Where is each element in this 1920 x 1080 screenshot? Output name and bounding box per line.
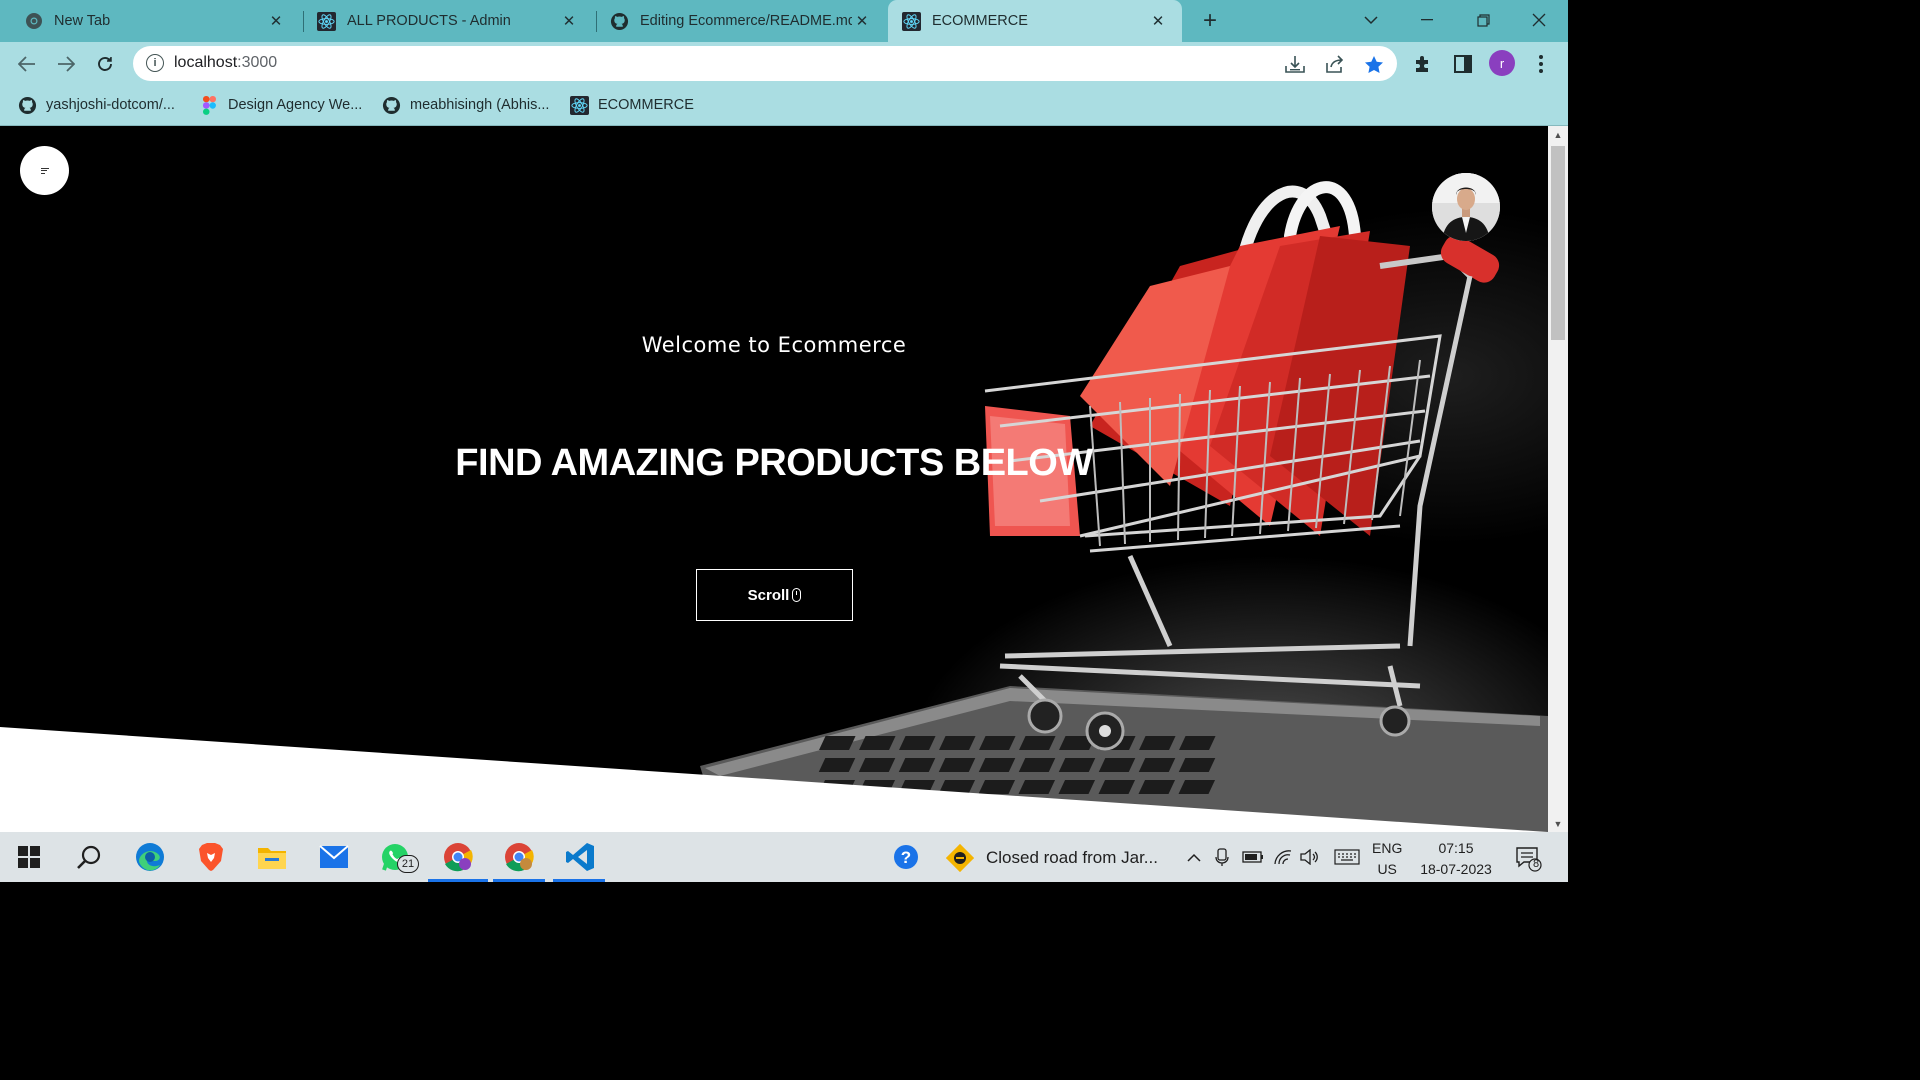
tab-title: ECOMMERCE [932,13,1028,29]
scroll-up-arrow-icon[interactable]: ▲ [1548,126,1568,143]
back-button[interactable] [13,50,41,78]
tab-new-tab[interactable]: New Tab ✕ [0,0,300,42]
close-window-icon[interactable] [1524,6,1554,34]
tab-title: Editing Ecommerce/README.md [640,13,852,29]
github-icon [610,12,629,31]
install-app-icon[interactable] [1283,53,1307,75]
tab-ecommerce[interactable]: ECOMMERCE ✕ [888,0,1182,42]
vscode-icon[interactable] [562,839,598,875]
bookmark-label: Design Agency We... [228,97,363,113]
brave-icon[interactable] [193,839,229,875]
volume-icon[interactable] [1299,846,1321,868]
scroll-button[interactable]: Scroll [696,569,853,621]
close-icon[interactable]: ✕ [266,11,286,31]
close-icon[interactable]: ✕ [1148,11,1168,31]
minimize-icon[interactable] [1412,6,1442,34]
whatsapp-badge: 21 [397,855,419,873]
share-icon[interactable] [1323,53,1347,75]
bookmark-design-agency[interactable]: Design Agency We... [200,93,362,117]
profile-avatar[interactable]: r [1489,50,1515,76]
chrome-icon[interactable] [501,839,537,875]
bookmark-yashjoshi[interactable]: yashjoshi-dotcom/... [18,93,175,117]
help-icon[interactable]: ? [888,839,924,875]
active-app-indicator [428,879,488,882]
clock-date: 18-07-2023 [1420,861,1492,877]
bookmark-star-icon[interactable] [1362,53,1386,75]
bookmark-label: ECOMMERCE [598,97,694,113]
tab-editing-readme[interactable]: Editing Ecommerce/README.md ✕ [586,0,886,42]
edge-icon[interactable] [132,839,168,875]
bookmarks-bar: yashjoshi-dotcom/... Design Agency We...… [0,85,1568,126]
bookmark-label: meabhisingh (Abhis... [410,97,550,113]
whatsapp-icon[interactable]: 21 [377,839,419,875]
close-icon[interactable]: ✕ [559,11,579,31]
tab-search-icon[interactable] [1356,6,1386,34]
scroll-down-arrow-icon[interactable]: ▼ [1548,815,1568,832]
page-viewport: Welcome to Ecommerce FIND AMAZING PRODUC… [0,126,1548,832]
keyboard-layout: US [1377,861,1397,877]
bookmark-label: yashjoshi-dotcom/... [46,97,175,113]
meet-now-icon[interactable] [1212,846,1234,868]
wifi-icon[interactable] [1272,846,1294,868]
user-avatar[interactable] [1432,173,1500,241]
mail-icon[interactable] [316,839,352,875]
github-icon [382,96,401,115]
app-running-indicator [493,879,545,882]
extensions-icon[interactable] [1411,52,1435,76]
figma-icon [200,95,219,115]
system-clock[interactable]: 07:15 18-07-2023 [1413,838,1499,880]
notification-count: 8 [1532,858,1540,870]
site-info-icon[interactable]: i [146,54,164,72]
github-icon [18,96,37,115]
traffic-alert-icon [946,844,974,872]
news-widget[interactable]: Closed road from Jar... [946,844,1158,872]
hero-headline: FIND AMAZING PRODUCTS BELOW [455,442,1093,484]
scrollbar-thumb[interactable] [1551,146,1565,340]
page-scrollbar[interactable]: ▲ ▼ [1548,126,1568,832]
show-hidden-icons-icon[interactable] [1183,846,1205,868]
tab-title: New Tab [54,13,111,29]
tab-title: ALL PRODUCTS - Admin [347,13,511,29]
svg-text:?: ? [901,848,911,867]
user-photo [1432,173,1500,241]
tab-all-products-admin[interactable]: ALL PRODUCTS - Admin ✕ [293,0,593,42]
chrome-profile-icon[interactable] [440,839,476,875]
bookmark-meabhisingh[interactable]: meabhisingh (Abhis... [382,93,549,117]
restore-icon[interactable] [1468,6,1498,34]
mouse-icon [792,588,802,602]
address-bar[interactable]: i localhost:3000 [133,46,1397,81]
welcome-text: Welcome to Ecommerce [641,333,907,357]
reload-button[interactable] [91,50,119,78]
language-indicator[interactable]: ENG US [1372,838,1402,880]
new-tab-button[interactable]: + [1196,7,1224,35]
news-widget-text: Closed road from Jar... [986,848,1158,867]
forward-button[interactable] [52,50,80,78]
url-port: :3000 [237,54,278,71]
windows-start-icon[interactable] [11,839,47,875]
react-icon [570,95,589,115]
chrome-icon [24,12,43,31]
notification-center-icon[interactable]: 8 [1514,844,1542,872]
tab-strip: New Tab ✕ ALL PRODUCTS - Admin ✕ Editing… [0,0,1568,42]
close-icon[interactable]: ✕ [852,11,872,31]
battery-icon[interactable] [1242,846,1264,868]
browser-toolbar: i localhost:3000 [0,42,1568,85]
react-icon [902,11,921,31]
menu-icon [40,166,49,175]
clock-time: 07:15 [1438,840,1474,856]
bookmark-ecommerce[interactable]: ECOMMERCE [570,93,694,117]
react-icon [317,11,336,31]
app-running-indicator [553,879,605,882]
browser-menu-icon[interactable] [1529,52,1553,76]
hamburger-menu-button[interactable] [20,146,69,195]
side-panel-icon[interactable] [1451,52,1475,76]
url-host: localhost [174,54,238,71]
url-text[interactable]: localhost:3000 [174,54,277,72]
windows-taskbar: 21 ? Closed road from Jar... ENG US 07:1… [0,832,1568,882]
language-code: ENG [1372,840,1403,856]
scroll-button-label: Scroll [747,586,790,604]
keyboard-icon[interactable] [1333,846,1361,868]
search-icon[interactable] [71,839,107,875]
file-explorer-icon[interactable] [254,839,290,875]
